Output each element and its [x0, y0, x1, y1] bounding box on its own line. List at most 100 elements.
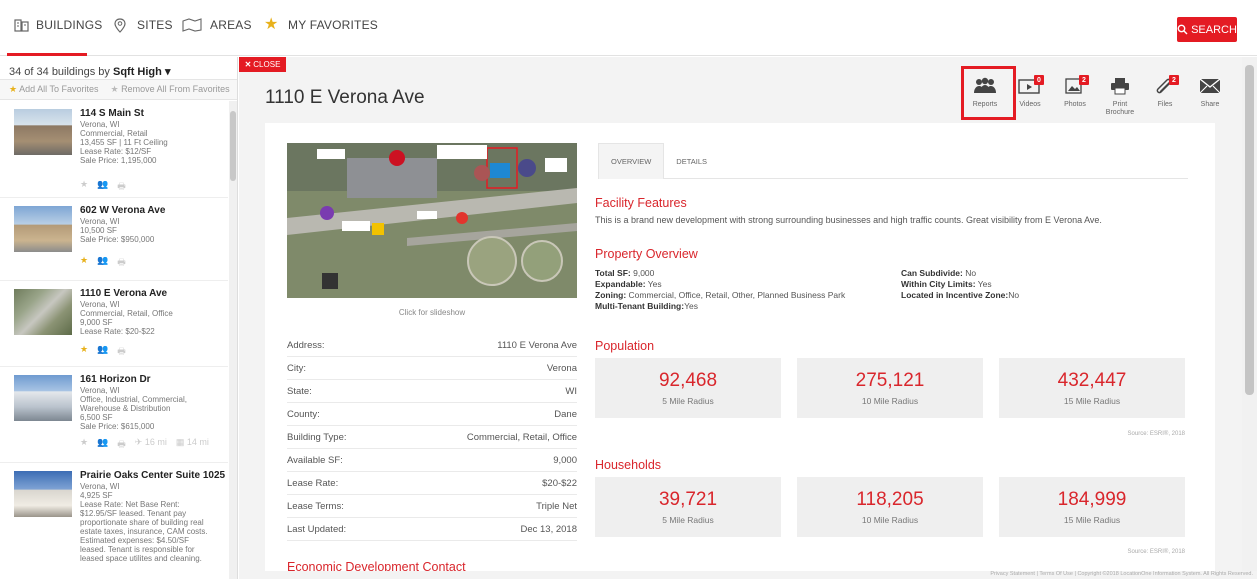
print-brochure-button[interactable]: Print Brochure: [1098, 71, 1142, 117]
sidebar-scroll-thumb[interactable]: [230, 111, 236, 181]
tab-sites[interactable]: SITES: [113, 18, 173, 56]
building-list: 114 S Main St Verona, WI Commercial, Ret…: [0, 101, 228, 579]
item-actions: ★ 👥 🖶: [80, 344, 126, 360]
fact-label: Building Type:: [287, 431, 347, 443]
favorite-star-icon[interactable]: ★: [80, 179, 88, 195]
population-stat-10mi: 275,121 10 Mile Radius: [797, 358, 983, 418]
stat-label: 10 Mile Radius: [861, 515, 919, 525]
contacts-icon[interactable]: 👥: [97, 437, 108, 453]
page-title: 1110 E Verona Ave: [265, 87, 425, 108]
print-icon[interactable]: 🖶: [117, 179, 126, 195]
distance-rail-value: 14 mi: [186, 437, 209, 447]
fact-row: City: Verona: [287, 357, 577, 380]
videos-badge: 0: [1034, 75, 1044, 85]
property-label: Expandable:: [595, 279, 646, 289]
fact-row: County: Dane: [287, 403, 577, 426]
tab-overview[interactable]: OVERVIEW: [598, 143, 665, 179]
photos-label: Photos: [1064, 101, 1086, 108]
star-icon: ★: [264, 16, 279, 33]
sidebar-scrollbar[interactable]: [229, 101, 237, 579]
list-item[interactable]: 161 Horizon Dr Verona, WI Office, Indust…: [0, 367, 228, 463]
slideshow-link[interactable]: Click for slideshow: [287, 308, 577, 317]
add-all-favorites-link[interactable]: ★ Add All To Favorites: [9, 84, 98, 99]
favorite-star-icon[interactable]: ★: [80, 344, 88, 360]
fact-value: WI: [565, 385, 577, 397]
property-label: Within City Limits:: [901, 279, 976, 289]
property-city-limits: Within City Limits: Yes: [901, 279, 992, 289]
contacts-icon[interactable]: 👥: [97, 344, 108, 360]
list-item[interactable]: Prairie Oaks Center Suite 1025 Verona, W…: [0, 463, 228, 579]
print-brochure-label: Print Brochure: [1105, 101, 1135, 116]
remove-all-favorites-link[interactable]: ★ Remove All From Favorites: [110, 84, 229, 99]
fact-row: Available SF: 9,000: [287, 449, 577, 472]
households-stat-15mi: 184,999 15 Mile Radius: [999, 477, 1185, 537]
building-meta: Verona, WI 10,500 SF Sale Price: $950,00…: [80, 217, 155, 244]
stat-label: 15 Mile Radius: [1063, 396, 1121, 406]
property-value: Yes: [684, 301, 698, 311]
fact-label: Available SF:: [287, 454, 343, 466]
remove-all-label: Remove All From Favorites: [121, 84, 230, 94]
sort-dropdown[interactable]: Sqft High ▾: [113, 66, 170, 78]
tab-details[interactable]: DETAILS: [664, 143, 719, 179]
fact-row: Lease Rate: $20-$22: [287, 472, 577, 495]
detail-card: Click for slideshow Address: 1110 E Veron…: [265, 123, 1215, 579]
fact-label: Last Updated:: [287, 523, 347, 535]
property-value: 9,000: [633, 268, 655, 278]
list-item[interactable]: 114 S Main St Verona, WI Commercial, Ret…: [0, 101, 228, 198]
pin-icon: [113, 18, 131, 34]
footer-links: Privacy Statement | Terms Of Use | Copyr…: [239, 571, 1257, 579]
contacts-icon[interactable]: 👥: [97, 179, 108, 195]
share-label: Share: [1200, 101, 1220, 108]
item-actions: ★ 👥 🖶 ✈ 16 mi ▦ 14 mi: [80, 437, 209, 453]
tab-buildings-label: BUILDINGS: [36, 18, 103, 32]
main-scroll-thumb[interactable]: [1245, 65, 1254, 395]
property-total-sf: Total SF: 9,000: [595, 268, 654, 278]
tab-buildings[interactable]: BUILDINGS: [7, 18, 102, 56]
reports-icon: [974, 77, 996, 93]
tab-my-favorites[interactable]: ★ MY FAVORITES: [264, 16, 378, 56]
building-meta: Verona, WI Office, Industrial, Commercia…: [80, 386, 187, 431]
list-item[interactable]: 1110 E Verona Ave Verona, WI Commercial,…: [0, 281, 228, 367]
building-thumbnail: [14, 206, 72, 252]
property-label: Multi-Tenant Building:: [595, 301, 685, 311]
fact-row: State: WI: [287, 380, 577, 403]
search-icon: [1177, 24, 1188, 35]
print-icon[interactable]: 🖶: [117, 437, 126, 453]
building-title: 1110 E Verona Ave: [80, 288, 168, 299]
stat-value: 184,999: [1057, 489, 1127, 510]
print-icon[interactable]: 🖶: [117, 344, 126, 360]
aerial-photo[interactable]: [287, 143, 577, 298]
building-title: 114 S Main St: [80, 108, 144, 119]
fact-row: Last Updated: Dec 13, 2018: [287, 518, 577, 541]
contacts-icon[interactable]: 👥: [97, 255, 108, 271]
households-stats: 39,721 5 Mile Radius 118,205 10 Mile Radiu…: [595, 477, 1185, 537]
favorite-star-icon[interactable]: ★: [80, 437, 88, 453]
videos-button[interactable]: 0 Videos: [1008, 71, 1052, 108]
fact-label: City:: [287, 362, 306, 374]
close-button[interactable]: ✕ CLOSE: [239, 57, 286, 72]
search-button-label: SEARCH: [1191, 23, 1237, 36]
top-nav: BUILDINGS SITES AREAS ★ MY FAVORITES SEA…: [0, 0, 1257, 56]
photos-button[interactable]: 2 Photos: [1053, 71, 1097, 108]
property-label: Zoning:: [595, 290, 627, 300]
tab-favorites-label: MY FAVORITES: [288, 18, 378, 32]
print-icon[interactable]: 🖶: [117, 255, 126, 271]
building-meta: Verona, WI Commercial, Retail 13,455 SF …: [80, 120, 168, 165]
add-all-label: Add All To Favorites: [19, 84, 99, 94]
files-button[interactable]: 2 Files: [1143, 71, 1187, 108]
building-detail-panel: ✕ CLOSE 1110 E Verona Ave Reports 0 Vide…: [239, 57, 1242, 579]
share-button[interactable]: Share: [1188, 71, 1232, 108]
main-scrollbar[interactable]: [1242, 57, 1257, 579]
fact-label: Address:: [287, 339, 325, 351]
list-item[interactable]: 602 W Verona Ave Verona, WI 10,500 SF Sa…: [0, 198, 228, 281]
tab-areas[interactable]: AREAS: [182, 18, 252, 56]
fact-row: Address: 1110 E Verona Ave: [287, 334, 577, 357]
map-icon: [182, 18, 204, 34]
search-button[interactable]: SEARCH: [1177, 17, 1237, 42]
building-facts-table: Address: 1110 E Verona Ave City: Verona St…: [287, 334, 577, 541]
property-expandable: Expandable: Yes: [595, 279, 662, 289]
fact-value: Verona: [546, 362, 577, 374]
favorite-star-icon[interactable]: ★: [80, 255, 88, 271]
item-actions: ★ 👥 🖶: [80, 255, 126, 271]
reports-button[interactable]: Reports: [963, 71, 1007, 108]
